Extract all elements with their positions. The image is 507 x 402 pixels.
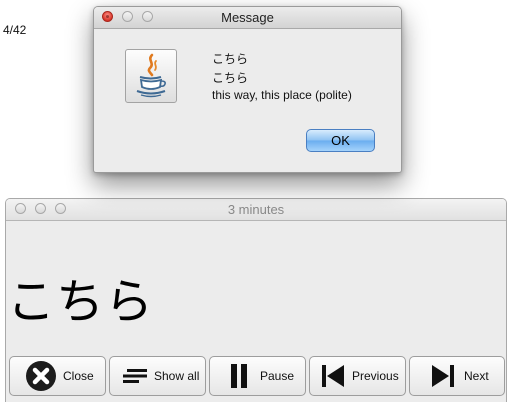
previous-button-label: Previous: [352, 369, 399, 383]
card-counter: 4/42: [3, 23, 27, 37]
skip-previous-icon: [321, 364, 345, 388]
dialog-message-line-1: こちら: [212, 52, 249, 66]
dialog-title: Message: [221, 10, 274, 25]
next-button[interactable]: Next: [409, 356, 505, 396]
show-all-button[interactable]: Show all: [109, 356, 206, 396]
window-title: 3 minutes: [227, 202, 285, 217]
skip-next-icon: [431, 364, 455, 388]
message-dialog: Message こちら こちら this way, this place (po…: [93, 6, 402, 173]
flashcard-word: こちら: [7, 274, 155, 330]
pause-button[interactable]: Pause: [209, 356, 306, 396]
window-titlebar[interactable]: 3 minutes: [6, 199, 506, 221]
show-all-button-label: Show all: [154, 369, 200, 383]
pause-icon: [230, 364, 248, 388]
close-button[interactable]: Close: [9, 356, 106, 396]
dialog-message-line-2: こちら: [212, 71, 249, 85]
close-circle-icon: [25, 360, 57, 392]
dialog-message-line-3: this way, this place (polite): [212, 88, 352, 102]
close-button-label: Close: [63, 369, 94, 383]
dialog-titlebar[interactable]: Message: [94, 7, 401, 29]
ok-button[interactable]: OK: [306, 129, 375, 152]
pause-button-label: Pause: [260, 369, 295, 383]
java-coffee-cup-icon: [125, 49, 177, 103]
desktop: 3 minutes 4/42 こちら Close Show all Pause …: [0, 0, 507, 402]
next-button-label: Next: [464, 369, 489, 383]
lines-icon: [122, 368, 148, 384]
previous-button[interactable]: Previous: [309, 356, 406, 396]
